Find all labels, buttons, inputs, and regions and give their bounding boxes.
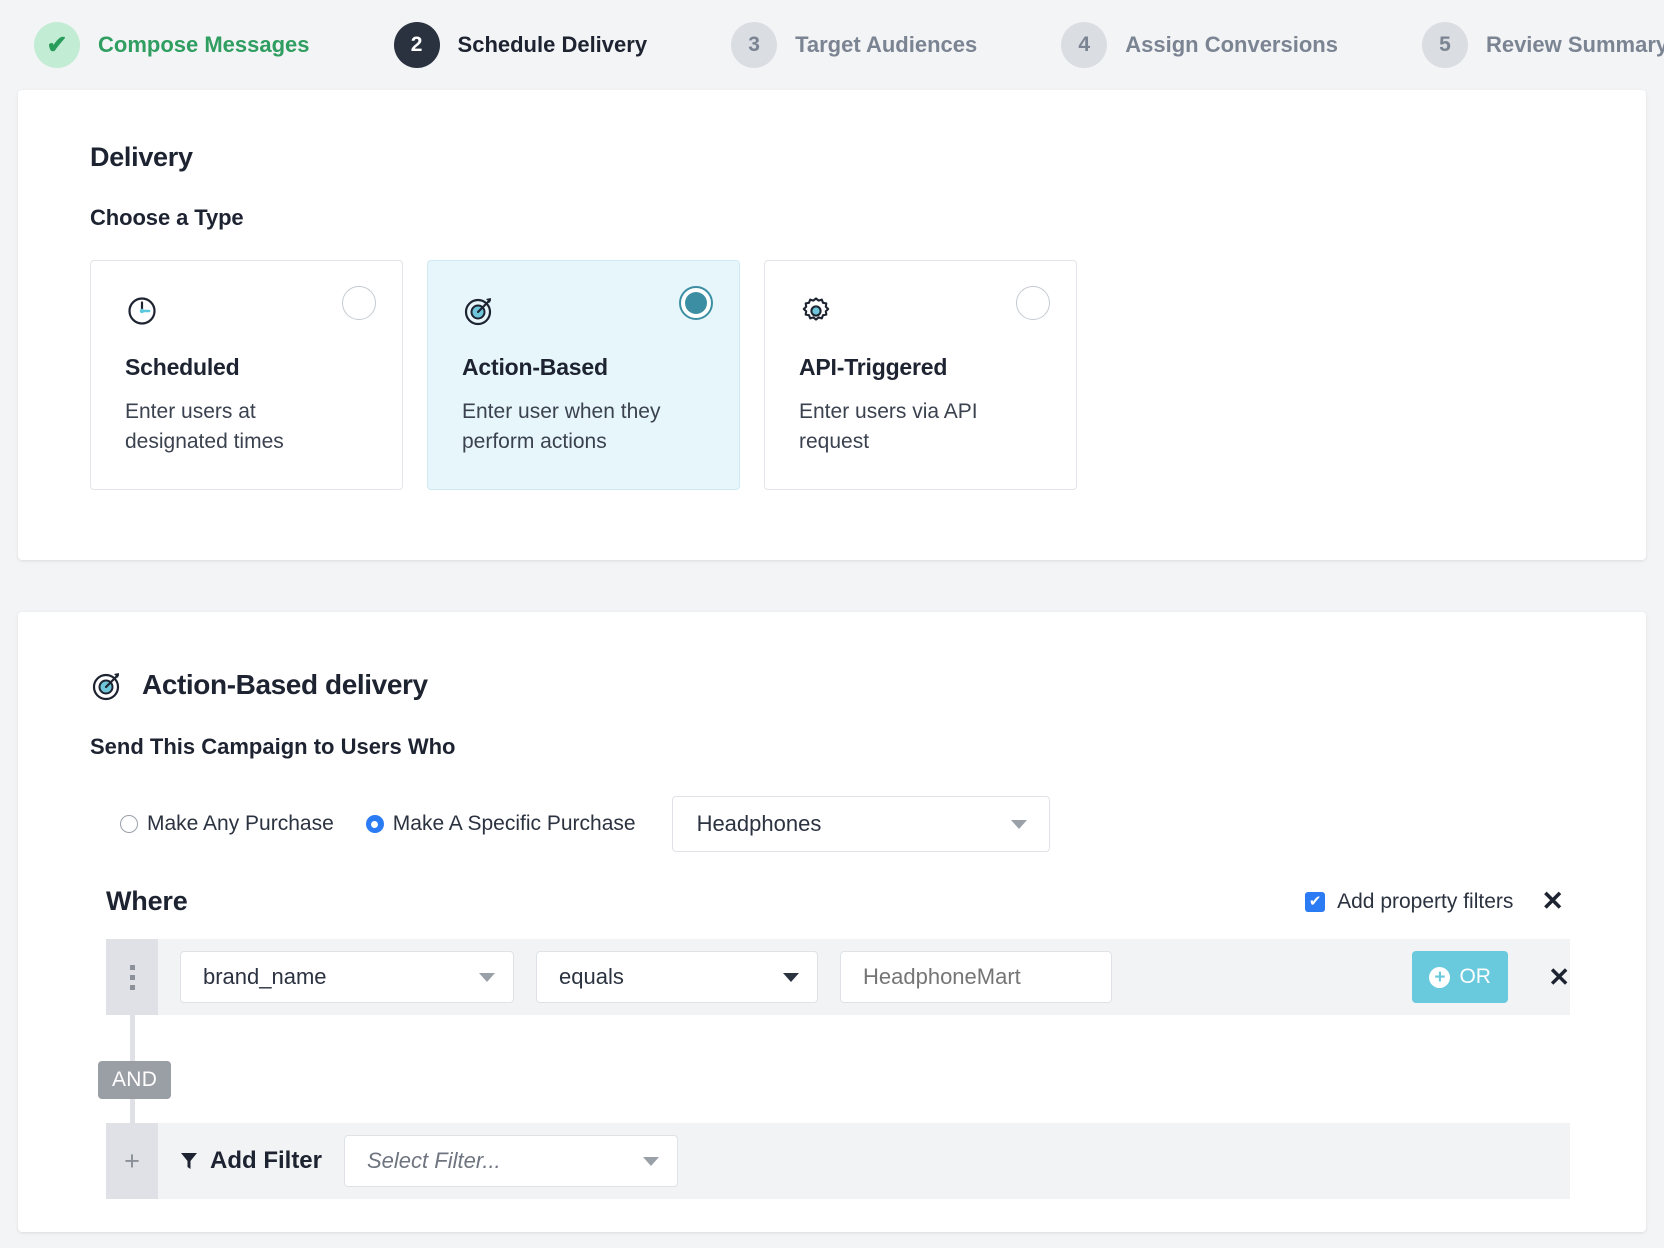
checkbox-checked-icon: ✔ — [1305, 891, 1326, 912]
delivery-panel: Delivery Choose a Type Scheduled Enter u… — [18, 90, 1646, 560]
filter-attribute-select[interactable]: brand_name — [180, 951, 514, 1003]
where-header-row: Where ✔ Add property filters ✕ — [90, 886, 1646, 917]
delivery-type-name-action-based: Action-Based — [462, 354, 608, 380]
wizard-stepper: ✔ Compose Messages 2 Schedule Delivery 3… — [0, 0, 1664, 90]
plus-icon: + — [1429, 966, 1451, 988]
delivery-type-radio-api-triggered[interactable] — [1016, 286, 1050, 320]
product-select[interactable]: Headphones — [671, 796, 1050, 852]
check-icon: ✔ — [46, 30, 68, 59]
add-filter-label: Add Filter — [210, 1147, 322, 1174]
filter-value-input[interactable] — [840, 951, 1112, 1003]
radio-circle-icon — [120, 815, 138, 833]
delivery-type-desc-action-based: Enter user when they perform actions — [462, 400, 661, 453]
chevron-down-icon — [479, 972, 495, 982]
delivery-type-desc-api-triggered: Enter users via API request — [799, 400, 978, 453]
step-compose-messages[interactable]: ✔ Compose Messages — [34, 22, 310, 68]
step-5-badge: 5 — [1421, 22, 1468, 68]
delivery-type-radio-scheduled[interactable] — [342, 286, 376, 320]
action-based-heading: Action-Based delivery — [142, 669, 428, 700]
chevron-down-icon — [783, 972, 799, 982]
filter-builder: brand_name equals + OR ✕ AND + — [98, 939, 1646, 1199]
close-property-filters-button[interactable]: ✕ — [1541, 888, 1564, 915]
where-controls: ✔ Add property filters ✕ — [1305, 888, 1564, 915]
radio-circle-selected-icon — [365, 815, 384, 833]
delivery-type-desc-scheduled: Enter users at designated times — [125, 400, 284, 453]
grip-dots-icon — [129, 964, 135, 990]
delivery-type-name-scheduled: Scheduled — [125, 354, 240, 380]
step-3-badge: 3 — [731, 22, 778, 68]
action-based-delivery-panel: Action-Based delivery Send This Campaign… — [18, 612, 1646, 1232]
add-filter-plus-handle[interactable]: + — [106, 1123, 158, 1199]
filter-row: brand_name equals + OR ✕ — [106, 939, 1570, 1015]
send-campaign-label: Send This Campaign to Users Who — [90, 734, 456, 759]
delivery-type-card-api-triggered[interactable]: API-Triggered Enter users via API reques… — [764, 260, 1077, 490]
step-4-badge: 4 — [1061, 22, 1108, 68]
add-or-condition-button[interactable]: + OR — [1412, 951, 1509, 1003]
clock-icon — [128, 297, 156, 325]
filter-icon — [181, 1153, 197, 1169]
add-filter-content: Add Filter Select Filter... — [158, 1123, 1570, 1199]
step-1-label: Compose Messages — [98, 32, 310, 57]
select-filter-dropdown[interactable]: Select Filter... — [344, 1135, 678, 1187]
target-icon — [464, 298, 492, 326]
step-schedule-delivery[interactable]: 2 Schedule Delivery — [393, 22, 648, 68]
or-button-label: OR — [1459, 965, 1491, 988]
radio-selected-dot — [685, 292, 707, 314]
filter-operator-value: equals — [559, 964, 624, 989]
step-2-badge: 2 — [393, 22, 440, 68]
action-based-header: Action-Based delivery — [90, 668, 1646, 702]
add-property-filters-label: Add property filters — [1337, 889, 1514, 913]
step-1-badge: ✔ — [34, 22, 80, 68]
step-2-label: Schedule Delivery — [457, 32, 648, 57]
add-property-filters-checkbox[interactable]: ✔ Add property filters — [1305, 890, 1513, 914]
add-filter-button[interactable]: Add Filter — [180, 1147, 322, 1175]
delivery-type-radio-action-based[interactable] — [679, 286, 713, 320]
filter-row-content: brand_name equals + OR — [158, 939, 1524, 1015]
product-select-value: Headphones — [696, 811, 822, 836]
purchase-type-radio-group: Make Any Purchase Make A Specific Purcha… — [90, 796, 1646, 852]
step-3-label: Target Audiences — [795, 32, 978, 57]
drag-handle[interactable] — [106, 939, 158, 1015]
target-icon — [92, 673, 120, 701]
and-badge: AND — [98, 1061, 172, 1099]
radio-label-make-specific-purchase: Make A Specific Purchase — [392, 812, 636, 835]
chevron-down-icon — [1010, 819, 1027, 829]
delivery-type-card-scheduled[interactable]: Scheduled Enter users at designated time… — [90, 260, 403, 490]
delivery-type-cards: Scheduled Enter users at designated time… — [90, 260, 1646, 490]
radio-label-make-any-purchase: Make Any Purchase — [147, 812, 334, 835]
step-5-label: Review Summary — [1485, 32, 1664, 57]
choose-type-label: Choose a Type — [90, 205, 244, 230]
add-filter-row: + Add Filter Select Filter... — [106, 1123, 1570, 1199]
step-target-audiences[interactable]: 3 Target Audiences — [731, 22, 977, 68]
gear-icon — [802, 297, 830, 321]
page-title: Delivery — [90, 142, 193, 172]
radio-make-specific-purchase[interactable]: Make A Specific Purchase — [365, 812, 636, 836]
chevron-down-icon — [643, 1156, 659, 1166]
where-label: Where — [106, 886, 188, 916]
step-assign-conversions[interactable]: 4 Assign Conversions — [1061, 22, 1338, 68]
delivery-type-card-action-based[interactable]: Action-Based Enter user when they perfor… — [427, 260, 740, 490]
remove-filter-button[interactable]: ✕ — [1548, 939, 1570, 1015]
filter-attribute-value: brand_name — [203, 964, 327, 989]
step-4-label: Assign Conversions — [1125, 32, 1338, 57]
step-review-summary[interactable]: 5 Review Summary — [1421, 22, 1664, 68]
radio-make-any-purchase[interactable]: Make Any Purchase — [120, 812, 334, 836]
delivery-type-name-api-triggered: API-Triggered — [799, 354, 948, 380]
filter-operator-select[interactable]: equals — [536, 951, 818, 1003]
select-filter-placeholder: Select Filter... — [367, 1148, 501, 1173]
